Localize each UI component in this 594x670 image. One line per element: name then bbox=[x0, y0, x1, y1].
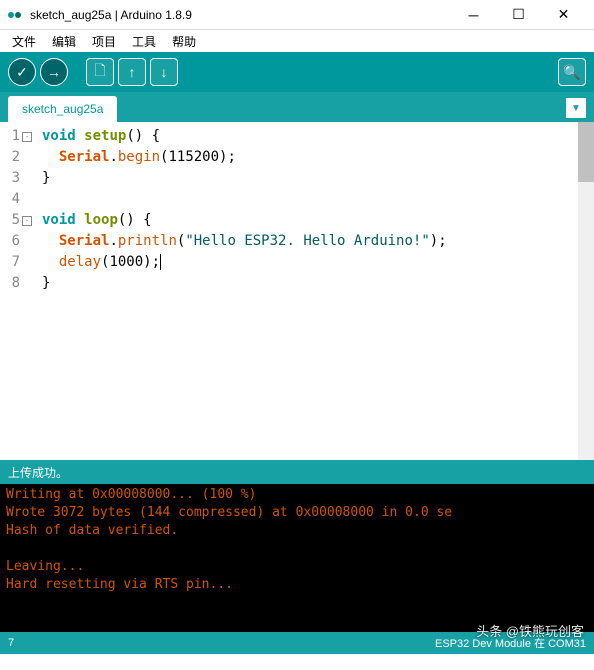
tab-menu-button[interactable]: ▼ bbox=[566, 98, 586, 118]
open-button[interactable]: ↑ bbox=[118, 58, 146, 86]
minimize-button[interactable]: ─ bbox=[451, 0, 496, 30]
menu-sketch[interactable]: 项目 bbox=[86, 31, 122, 52]
text-cursor bbox=[160, 254, 161, 270]
tabbar: sketch_aug25a ▼ bbox=[0, 92, 594, 122]
footer-board-info: ESP32 Dev Module 在 COM31 bbox=[435, 635, 586, 651]
tab-sketch[interactable]: sketch_aug25a bbox=[8, 96, 117, 122]
window-title: sketch_aug25a | Arduino 1.8.9 bbox=[30, 8, 451, 22]
status-text: 上传成功。 bbox=[8, 466, 68, 480]
console-line: Hard resetting via RTS pin... bbox=[6, 577, 233, 592]
toolbar: ✓ → 🗋 ↑ ↓ 🔍 bbox=[0, 52, 594, 92]
editor-scrollbar[interactable] bbox=[578, 122, 594, 460]
menu-file[interactable]: 文件 bbox=[6, 31, 42, 52]
menu-help[interactable]: 帮助 bbox=[166, 31, 202, 52]
footer-line-number: 7 bbox=[8, 637, 435, 649]
save-button[interactable]: ↓ bbox=[150, 58, 178, 86]
fold-icon[interactable]: - bbox=[22, 216, 32, 226]
line-gutter: 1- 2 3 4 5- 6 7 8 bbox=[0, 122, 36, 460]
arduino-logo-icon bbox=[8, 7, 24, 23]
console-line: Wrote 3072 bytes (144 compressed) at 0x0… bbox=[6, 505, 452, 520]
maximize-button[interactable]: ☐ bbox=[496, 0, 541, 30]
new-button[interactable]: 🗋 bbox=[86, 58, 114, 86]
console-output[interactable]: Writing at 0x00008000... (100 %) Wrote 3… bbox=[0, 484, 594, 632]
console-line: Writing at 0x00008000... (100 %) bbox=[6, 487, 256, 502]
serial-monitor-button[interactable]: 🔍 bbox=[558, 58, 586, 86]
close-button[interactable]: ✕ bbox=[541, 0, 586, 30]
footer-bar: 7 ESP32 Dev Module 在 COM31 bbox=[0, 632, 594, 654]
fold-icon[interactable]: - bbox=[22, 132, 32, 142]
titlebar: sketch_aug25a | Arduino 1.8.9 ─ ☐ ✕ bbox=[0, 0, 594, 30]
scrollbar-thumb[interactable] bbox=[578, 122, 594, 182]
upload-button[interactable]: → bbox=[40, 58, 68, 86]
code-content[interactable]: void setup() { Serial.begin(115200); } v… bbox=[36, 122, 594, 460]
menu-tools[interactable]: 工具 bbox=[126, 31, 162, 52]
menu-edit[interactable]: 编辑 bbox=[46, 31, 82, 52]
code-editor[interactable]: 1- 2 3 4 5- 6 7 8 void setup() { Serial.… bbox=[0, 122, 594, 460]
console-line: Leaving... bbox=[6, 559, 84, 574]
verify-button[interactable]: ✓ bbox=[8, 58, 36, 86]
console-line: Hash of data verified. bbox=[6, 523, 178, 538]
menubar: 文件 编辑 项目 工具 帮助 bbox=[0, 30, 594, 52]
status-bar: 上传成功。 bbox=[0, 460, 594, 484]
